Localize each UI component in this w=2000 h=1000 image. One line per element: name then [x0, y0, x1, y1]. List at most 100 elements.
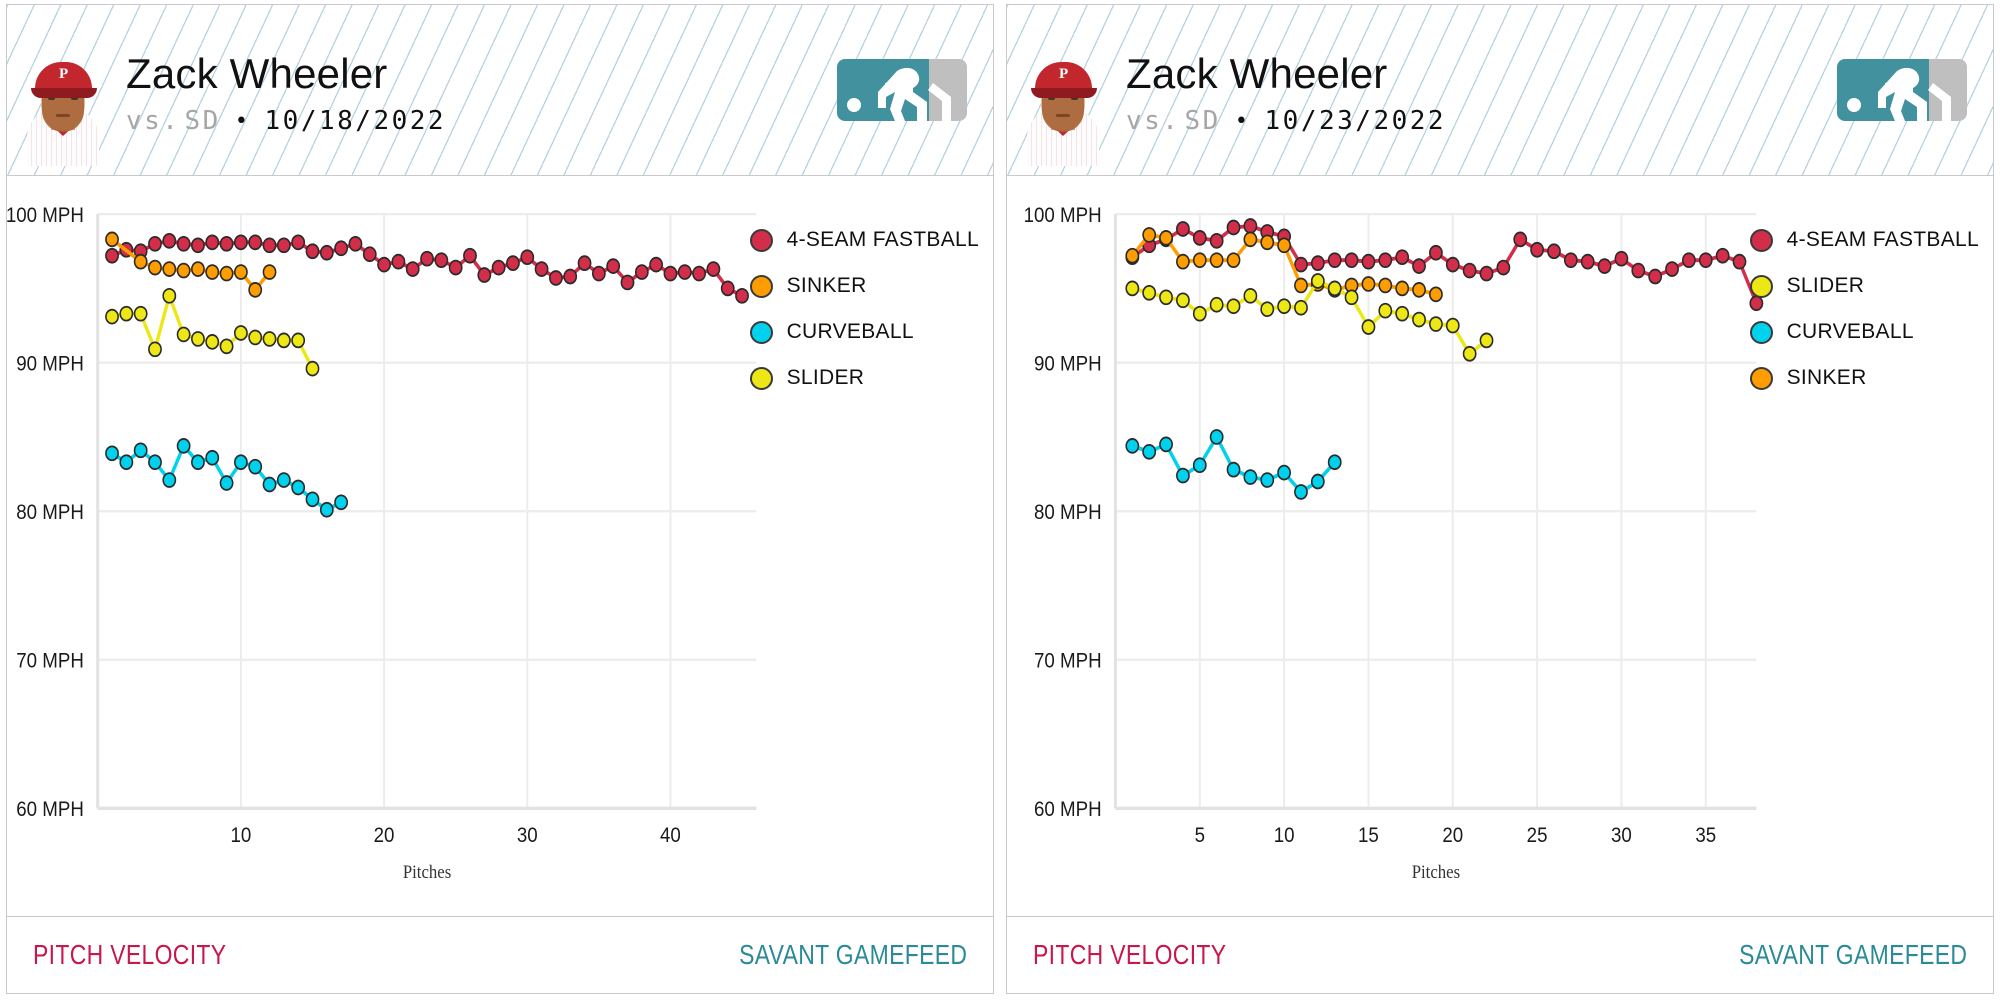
data-point[interactable]	[162, 287, 177, 304]
data-point[interactable]	[1327, 454, 1342, 471]
data-point[interactable]	[549, 270, 563, 286]
data-point[interactable]	[1395, 305, 1410, 322]
data-point[interactable]	[105, 231, 119, 248]
legend-item-slider[interactable]: SLIDER	[1749, 274, 1979, 298]
data-point[interactable]	[348, 235, 363, 252]
data-point[interactable]	[1631, 262, 1646, 279]
data-point[interactable]	[377, 256, 391, 273]
data-point[interactable]	[1445, 317, 1460, 334]
data-point[interactable]	[1226, 219, 1241, 236]
data-point[interactable]	[233, 264, 248, 280]
data-point[interactable]	[1260, 301, 1275, 318]
data-point[interactable]	[276, 237, 291, 254]
data-point[interactable]	[1344, 289, 1359, 306]
data-point[interactable]	[1361, 253, 1376, 270]
data-point[interactable]	[391, 253, 406, 270]
data-point[interactable]	[1665, 261, 1679, 277]
data-point[interactable]	[534, 261, 549, 277]
data-point[interactable]	[1243, 218, 1258, 234]
data-point[interactable]	[191, 237, 205, 254]
data-point[interactable]	[305, 243, 320, 260]
data-point[interactable]	[262, 331, 277, 347]
data-point[interactable]	[1243, 469, 1258, 485]
data-point[interactable]	[133, 253, 148, 270]
data-point[interactable]	[191, 454, 205, 471]
data-point[interactable]	[1192, 457, 1207, 474]
data-point[interactable]	[520, 249, 535, 266]
data-point[interactable]	[319, 501, 334, 518]
data-point[interactable]	[1294, 484, 1308, 500]
data-point[interactable]	[1277, 464, 1292, 481]
data-point[interactable]	[148, 341, 162, 358]
data-point[interactable]	[1142, 285, 1157, 301]
legend-item-fastball[interactable]: 4-SEAM FASTBALL	[1749, 228, 1979, 252]
data-point[interactable]	[1209, 429, 1224, 445]
data-point[interactable]	[735, 287, 749, 304]
data-point[interactable]	[105, 445, 119, 462]
data-point[interactable]	[1260, 234, 1275, 251]
data-point[interactable]	[1294, 277, 1308, 294]
data-point[interactable]	[620, 274, 635, 291]
data-point[interactable]	[1125, 280, 1140, 297]
legend-item-curveball[interactable]: CURVEBALL	[749, 320, 979, 344]
data-point[interactable]	[491, 259, 506, 276]
data-point[interactable]	[176, 326, 191, 343]
data-point[interactable]	[205, 449, 220, 466]
data-point[interactable]	[477, 267, 492, 283]
data-point[interactable]	[692, 265, 706, 282]
data-point[interactable]	[1732, 253, 1747, 270]
data-point[interactable]	[720, 280, 735, 297]
data-point[interactable]	[1277, 237, 1292, 254]
data-point[interactable]	[148, 259, 162, 276]
data-point[interactable]	[219, 475, 234, 491]
data-point[interactable]	[1412, 311, 1426, 328]
data-point[interactable]	[1462, 262, 1477, 279]
data-point[interactable]	[205, 234, 220, 251]
data-point[interactable]	[1310, 255, 1325, 271]
data-point[interactable]	[1243, 287, 1258, 304]
data-point[interactable]	[1176, 221, 1190, 237]
data-point[interactable]	[1395, 249, 1410, 266]
data-point[interactable]	[305, 360, 320, 377]
data-point[interactable]	[1563, 252, 1578, 269]
data-point[interactable]	[1125, 438, 1140, 454]
data-point[interactable]	[1176, 467, 1190, 484]
data-point[interactable]	[133, 305, 148, 322]
data-point[interactable]	[219, 235, 234, 252]
data-point[interactable]	[1395, 280, 1410, 297]
data-point[interactable]	[1226, 252, 1241, 269]
data-point[interactable]	[1412, 282, 1426, 298]
data-point[interactable]	[1698, 252, 1713, 269]
data-point[interactable]	[248, 458, 263, 475]
data-point[interactable]	[1580, 253, 1595, 270]
data-point[interactable]	[1192, 305, 1207, 322]
data-point[interactable]	[176, 438, 191, 454]
data-point[interactable]	[291, 479, 306, 496]
data-point[interactable]	[1294, 256, 1308, 273]
data-point[interactable]	[420, 250, 434, 267]
data-point[interactable]	[291, 234, 306, 251]
data-point[interactable]	[248, 329, 263, 346]
data-point[interactable]	[1378, 302, 1393, 319]
data-point[interactable]	[1513, 231, 1528, 248]
data-point[interactable]	[162, 472, 177, 488]
data-point[interactable]	[262, 237, 277, 254]
data-point[interactable]	[434, 252, 449, 269]
data-point[interactable]	[1277, 298, 1292, 315]
data-point[interactable]	[1176, 253, 1190, 270]
data-point[interactable]	[262, 476, 277, 493]
data-point[interactable]	[448, 259, 463, 276]
data-point[interactable]	[649, 256, 664, 273]
data-point[interactable]	[176, 262, 191, 279]
data-point[interactable]	[205, 334, 220, 350]
data-point[interactable]	[1159, 230, 1173, 246]
data-point[interactable]	[606, 258, 621, 274]
data-point[interactable]	[1327, 280, 1342, 297]
data-point[interactable]	[176, 235, 191, 252]
data-point[interactable]	[1496, 259, 1511, 276]
data-point[interactable]	[1462, 345, 1477, 362]
data-point[interactable]	[334, 494, 349, 511]
data-point[interactable]	[1176, 292, 1190, 309]
data-point[interactable]	[291, 332, 306, 349]
data-point[interactable]	[305, 491, 320, 508]
